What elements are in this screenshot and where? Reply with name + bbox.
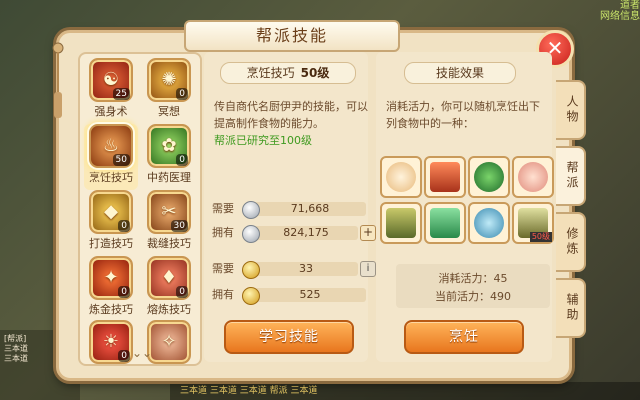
gold-have-value: 525 [254, 288, 366, 302]
skill-name: 炼金技巧 [89, 303, 133, 316]
bun-icon [386, 162, 416, 192]
food-item[interactable] [468, 202, 510, 244]
roast-meat-icon [430, 162, 460, 192]
need-label: 需要 [212, 262, 234, 275]
chat-bar[interactable]: 三本道 三本道 三本道 帮派 三本道 [170, 382, 640, 400]
gold-need-value: 33 [254, 262, 358, 276]
wine-icon [386, 208, 416, 238]
background-notice: 道者 网络信息 [430, 0, 640, 22]
add-silver-button[interactable]: + [360, 225, 376, 241]
peach-icon [518, 162, 548, 192]
effect-description: 消耗活力，你可以随机烹饪出下列食物中的一种： [386, 100, 540, 130]
need-label: 需要 [212, 202, 234, 215]
skill-level: 30 [170, 220, 188, 232]
skill-item[interactable]: ☯ 25 强身术 [84, 58, 138, 124]
skill-name: 强身术 [94, 105, 128, 118]
skill-level: 0 [118, 350, 130, 362]
skill-title: 烹饪技巧 50级 [220, 62, 356, 84]
food-item[interactable] [512, 156, 554, 198]
tofu-icon [430, 208, 460, 238]
skill-item[interactable]: ✺ 0 冥想 [142, 58, 196, 124]
notice-line: 网络信息 [600, 11, 640, 22]
skill-item[interactable]: ✦ 0 炼金技巧 [84, 256, 138, 322]
soup-icon [474, 162, 504, 192]
food-item[interactable] [424, 156, 466, 198]
scroll-down-chevron-icon[interactable]: ⌄⌄ [132, 346, 152, 360]
skill-name: 打造技巧 [89, 237, 133, 250]
skill-item[interactable]: ♦ 0 熔炼技巧 [142, 256, 196, 322]
description-text: 传自商代名厨伊尹的技能，可以提高制作食物的能力。 [214, 100, 368, 130]
skill-effect-pane: 技能效果 消耗活力，你可以随机烹饪出下列食物中的一种： 50级 消耗活力：45 … [376, 52, 554, 362]
silver-need-row: 需要 71,668 [212, 200, 372, 219]
next-skill-icon: ✧ [147, 320, 191, 364]
skill-detail-pane: 烹饪技巧 50级 传自商代名厨伊尹的技能，可以提高制作食物的能力。 帮派已研究至1… [204, 52, 376, 362]
skill-name: 熔炼技巧 [147, 303, 191, 316]
herbal-skill-icon: ✿ 0 [147, 124, 191, 168]
notice-line: 道者 [620, 0, 640, 11]
meditation-skill-icon: ✺ 0 [147, 58, 191, 102]
tab-character[interactable]: 人物 [556, 80, 586, 140]
effect-title: 技能效果 [404, 62, 516, 84]
learn-skill-button[interactable]: 学习技能 [224, 320, 354, 354]
silver-need-value: 71,668 [254, 202, 366, 216]
info-button[interactable]: i [360, 261, 376, 277]
cooking-skill-icon: ♨ 50 [89, 124, 133, 168]
gold-have-row: 拥有 525 [212, 286, 372, 305]
skill-description: 传自商代名厨伊尹的技能，可以提高制作食物的能力。 帮派已研究至100级 [214, 98, 368, 149]
skill-name: 中药医理 [147, 171, 191, 184]
skill-list: ☯ 25 强身术 ✺ 0 冥想 ♨ 50 烹饪技巧 ✿ 0 中药医理 ◆ 0 打… [78, 52, 202, 366]
noodle-icon [474, 208, 504, 238]
skill-level: 0 [176, 88, 188, 100]
tab-assist[interactable]: 辅助 [556, 278, 586, 338]
smelting-skill-icon: ♦ 0 [147, 256, 191, 300]
skill-item[interactable]: ☀ 0 [84, 320, 138, 364]
food-item[interactable] [468, 156, 510, 198]
dialog-title: 帮派技能 [184, 20, 400, 52]
food-item[interactable] [380, 202, 422, 244]
skill-title-level: 50级 [300, 66, 330, 80]
skill-item[interactable]: ✂ 30 裁缝技巧 [142, 190, 196, 256]
skill-level: 0 [176, 154, 188, 166]
strength-skill-icon: ☯ 25 [89, 58, 133, 102]
skill-item-selected[interactable]: ♨ 50 烹饪技巧 [84, 124, 138, 190]
gold-coin-icon [242, 261, 260, 279]
tassel-ornament [52, 42, 64, 118]
gold-need-row: 需要 33 i [212, 260, 376, 279]
silver-have-row: 拥有 824,175 + [212, 224, 376, 243]
vitality-current: 当前活力：490 [435, 290, 511, 303]
silver-have-value: 824,175 [254, 226, 358, 240]
vitality-box: 消耗活力：45 当前活力：490 [396, 264, 550, 308]
food-level-badge: 50级 [529, 232, 552, 242]
have-label: 拥有 [212, 288, 234, 301]
skill-level: 25 [112, 88, 130, 100]
skill-title-name: 烹饪技巧 [246, 66, 295, 80]
alchemy-skill-icon: ✦ 0 [89, 256, 133, 300]
gold-coin-icon [242, 287, 260, 305]
tab-guild[interactable]: 帮派 [556, 146, 586, 206]
research-note: 帮派已研究至100级 [214, 134, 312, 147]
skill-name: 冥想 [158, 105, 180, 118]
forging-skill-icon: ◆ 0 [89, 190, 133, 234]
skill-name: 烹饪技巧 [89, 171, 133, 184]
have-label: 拥有 [212, 226, 234, 239]
skill-item[interactable]: ◆ 0 打造技巧 [84, 190, 138, 256]
cook-button[interactable]: 烹饪 [404, 320, 524, 354]
next-skill-icon: ☀ 0 [89, 320, 133, 364]
skill-level: 0 [176, 286, 188, 298]
skill-item[interactable]: ✿ 0 中药医理 [142, 124, 196, 190]
vitality-cost: 消耗活力：45 [438, 272, 508, 285]
silver-coin-icon [242, 201, 260, 219]
skill-level: 0 [118, 220, 130, 232]
skill-name: 裁缝技巧 [147, 237, 191, 250]
tailoring-skill-icon: ✂ 30 [147, 190, 191, 234]
skill-level: 0 [118, 286, 130, 298]
food-item[interactable]: 50级 [512, 202, 554, 244]
skill-level: 50 [112, 154, 130, 166]
tab-cultivation[interactable]: 修炼 [556, 212, 586, 272]
food-item[interactable] [424, 202, 466, 244]
silver-coin-icon [242, 225, 260, 243]
food-item[interactable] [380, 156, 422, 198]
